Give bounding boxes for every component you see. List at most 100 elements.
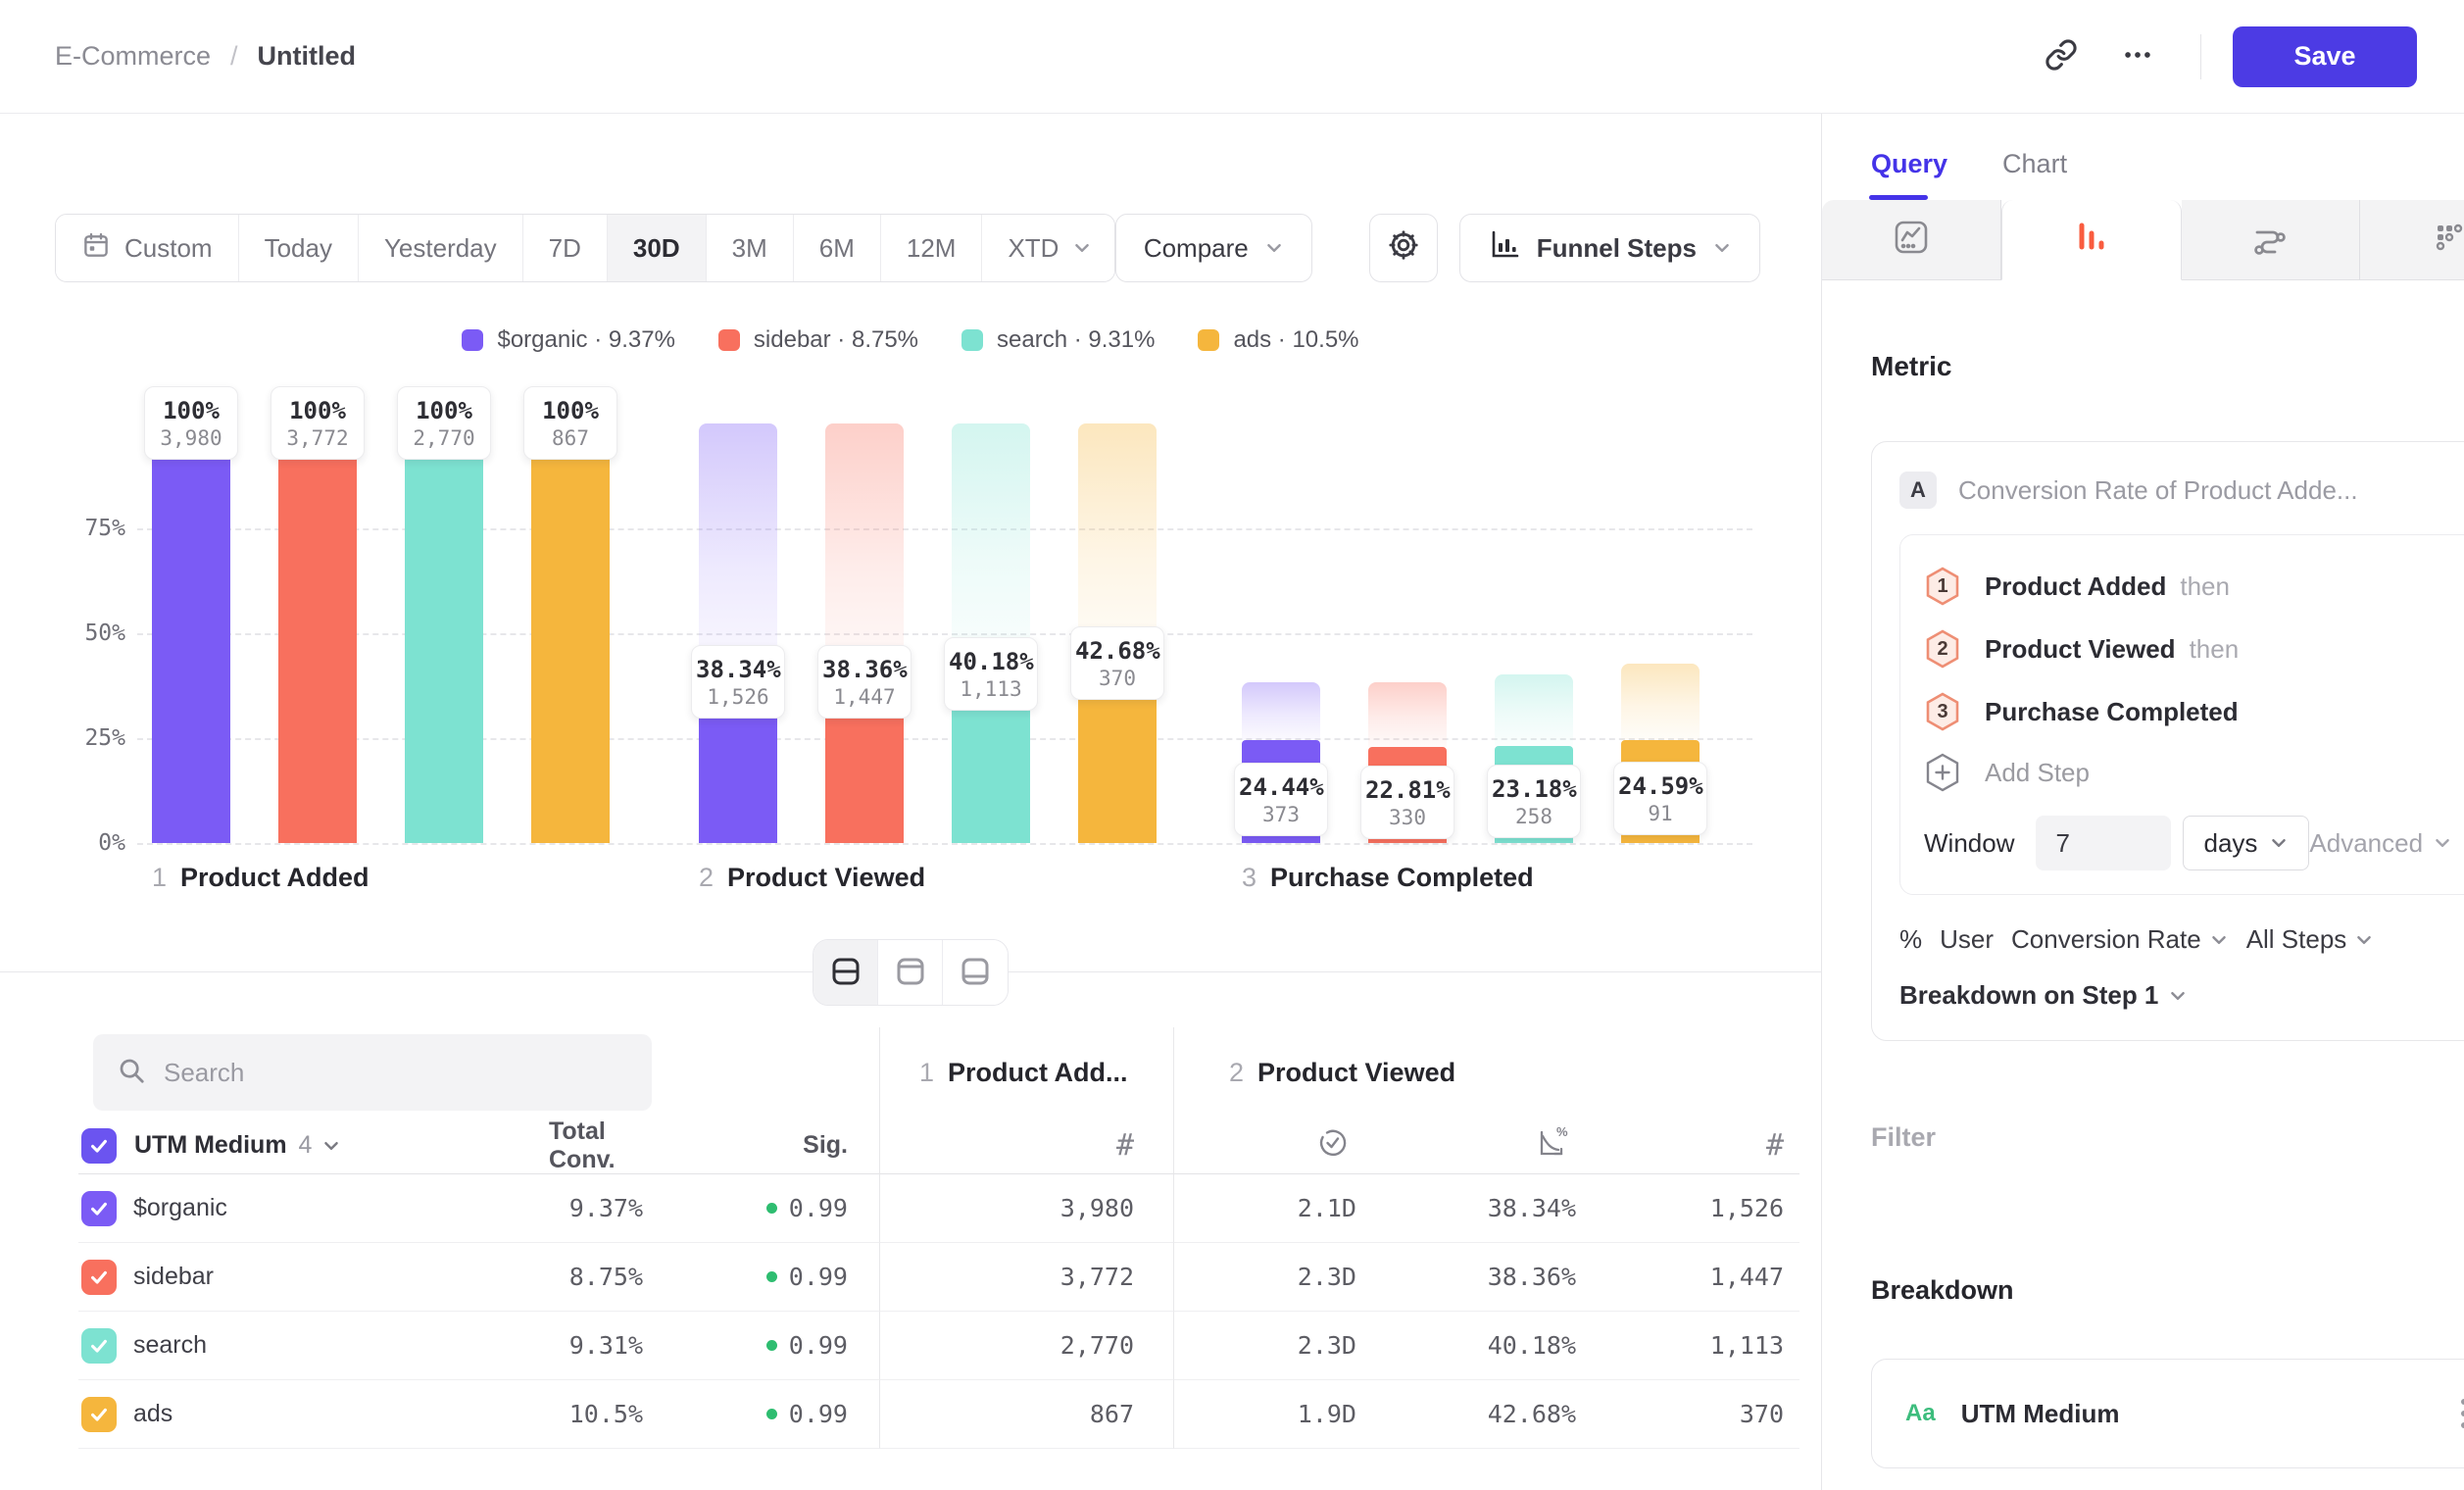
legend-item-search[interactable]: search · 9.31% [961, 326, 1155, 354]
drop-off-bar-search-step3[interactable] [1495, 674, 1573, 746]
funnel-bar-organic-step1[interactable] [152, 423, 230, 843]
funnel-bar-ads-step1[interactable] [531, 423, 610, 843]
window-unit-select[interactable]: days [2183, 816, 2309, 870]
step-label-2: 2Product Viewed [699, 863, 925, 893]
range-custom[interactable]: Custom [56, 215, 239, 281]
group-by-header[interactable]: UTM Medium 4 [78, 1118, 549, 1174]
measure-entity-select[interactable]: User [1940, 924, 1994, 955]
tab-query[interactable]: Query [1871, 149, 1947, 200]
tab-chart[interactable]: Chart [2002, 149, 2067, 200]
bar-value-label: 38.36%1,447 [817, 645, 912, 719]
share-link-button[interactable] [2030, 25, 2093, 88]
query-step-1[interactable]: 1Product Addedthen [1924, 555, 2452, 618]
metric-title[interactable]: Conversion Rate of Product Adde... [1958, 475, 2358, 506]
drop-off-bar-organic-step2[interactable] [699, 423, 777, 682]
search-input[interactable] [164, 1058, 628, 1088]
funnel-bar-sidebar-step1[interactable] [278, 423, 357, 843]
table-row-name-search[interactable]: search [78, 1312, 549, 1380]
total-conv-sidebar: 8.75% [549, 1243, 666, 1312]
range-yesterday[interactable]: Yesterday [359, 215, 523, 281]
range-12m[interactable]: 12M [881, 215, 983, 281]
step2-rate-search: 40.18% [1372, 1312, 1592, 1380]
calendar-icon [81, 230, 111, 267]
measure-scope-select[interactable]: All Steps [2246, 924, 2375, 955]
significance-dot [766, 1340, 777, 1351]
range-today[interactable]: Today [239, 215, 359, 281]
conversion-window-row: Window days Advanced [1924, 816, 2452, 870]
range-xtd[interactable]: XTD [982, 215, 1114, 281]
col-step1-count[interactable]: # [880, 1118, 1174, 1174]
view-split-button[interactable] [813, 940, 878, 1005]
drop-off-bar-ads-step3[interactable] [1621, 664, 1700, 739]
bar-value-label: 22.81%330 [1360, 766, 1454, 839]
legend-item-organic[interactable]: $organic · 9.37% [462, 326, 674, 354]
range-6m[interactable]: 6M [794, 215, 881, 281]
table-row-name-sidebar[interactable]: sidebar [78, 1243, 549, 1312]
range-7d[interactable]: 7D [523, 215, 608, 281]
bottom-panel-view-icon [960, 956, 991, 990]
query-step-2[interactable]: 2Product Viewedthen [1924, 618, 2452, 680]
topbar-divider [2200, 34, 2201, 79]
breakdown-on-step-select[interactable]: Breakdown on Step 1 [1899, 980, 2464, 1011]
filter-section: Filter [1871, 1118, 2464, 1157]
tab-retention[interactable] [2360, 200, 2464, 280]
row-checkbox[interactable] [81, 1260, 117, 1295]
view-chart-only-button[interactable] [878, 940, 943, 1005]
col-total-conv[interactable]: Total Conv. [549, 1118, 643, 1174]
drop-off-bar-organic-step3[interactable] [1242, 682, 1320, 740]
breakdown-kebab-menu[interactable] [2455, 1393, 2464, 1434]
measure-type-select[interactable]: Conversion Rate [2011, 924, 2229, 955]
legend-item-sidebar[interactable]: sidebar · 8.75% [718, 326, 918, 354]
advanced-toggle[interactable]: Advanced [2309, 828, 2452, 859]
funnel-bar-search-step1[interactable] [405, 423, 483, 843]
add-step-hex-icon [1924, 752, 1961, 793]
view-table-only-button[interactable] [943, 940, 1008, 1005]
range-3m[interactable]: 3M [707, 215, 794, 281]
save-button[interactable]: Save [2233, 26, 2417, 87]
split-view-icon [830, 956, 862, 990]
add-step-button[interactable]: Add Step [1924, 743, 2452, 802]
breadcrumb-parent[interactable]: E-Commerce [55, 41, 211, 72]
view-switch [813, 939, 1009, 1006]
query-step-3[interactable]: 3Purchase Completed [1924, 680, 2452, 743]
breadcrumb-current[interactable]: Untitled [258, 41, 357, 72]
row-checkbox[interactable] [81, 1397, 117, 1432]
search-box[interactable] [93, 1034, 652, 1111]
chart-type-label: Funnel Steps [1537, 233, 1697, 264]
bar-value-label: 38.34%1,526 [691, 645, 785, 719]
select-all-checkbox[interactable] [81, 1128, 117, 1164]
time-to-convert-icon [1317, 1127, 1349, 1164]
table-group-step2-title: 2 Product Viewed [1174, 1027, 1799, 1118]
funnels-icon [2071, 217, 2112, 263]
chart-settings-button[interactable] [1369, 214, 1438, 282]
table-row-name-organic[interactable]: $organic [78, 1174, 549, 1243]
window-value-input[interactable] [2036, 816, 2171, 870]
more-options-button[interactable] [2106, 25, 2169, 88]
step2-count-sidebar: 1,447 [1592, 1243, 1799, 1312]
row-checkbox[interactable] [81, 1191, 117, 1226]
string-property-icon: Aa [1905, 1400, 1936, 1427]
tab-funnels[interactable] [2001, 200, 2182, 280]
flows-icon [2248, 216, 2292, 264]
table-row-name-ads[interactable]: ads [78, 1380, 549, 1449]
drop-off-bar-sidebar-step3[interactable] [1368, 682, 1447, 748]
filter-heading: Filter [1871, 1122, 1936, 1153]
legend-item-ads[interactable]: ads · 10.5% [1198, 326, 1358, 354]
bar-value-label: 40.18%1,113 [944, 637, 1038, 711]
step-number-hex-icon: 3 [1924, 691, 1961, 732]
step2-rate-ads: 42.68% [1372, 1380, 1592, 1449]
chart-type-button[interactable]: Funnel Steps [1459, 214, 1760, 282]
compare-button[interactable]: Compare [1115, 214, 1312, 282]
col-step2-rate[interactable]: % [1372, 1118, 1592, 1174]
legend-swatch [1198, 329, 1219, 351]
breakdown-property-card[interactable]: Aa UTM Medium [1871, 1359, 2464, 1468]
chart-toolbar: CustomTodayYesterday7D30D3M6M12MXTD Comp… [55, 214, 1760, 282]
tab-insights[interactable] [1822, 200, 2001, 280]
col-step2-time[interactable] [1174, 1118, 1372, 1174]
row-checkbox[interactable] [81, 1328, 117, 1364]
drop-off-bar-sidebar-step2[interactable] [825, 423, 904, 682]
tab-flows[interactable] [2182, 200, 2361, 280]
range-30d[interactable]: 30D [608, 215, 707, 281]
col-significance[interactable]: Sig. [803, 1131, 848, 1160]
col-step2-count[interactable]: # [1592, 1118, 1799, 1174]
